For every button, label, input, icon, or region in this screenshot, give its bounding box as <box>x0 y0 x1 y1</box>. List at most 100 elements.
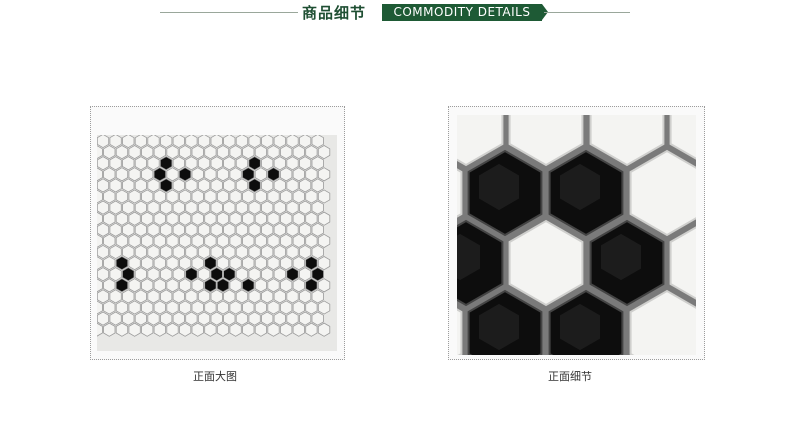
white-hex-tile <box>311 311 324 326</box>
white-hex-tile <box>115 322 129 337</box>
white-hex-tile <box>248 289 261 304</box>
white-hex-tile <box>160 267 173 282</box>
white-hex-tile <box>153 322 166 337</box>
white-hex-tile <box>197 267 211 282</box>
white-hex-tile <box>109 222 122 237</box>
white-hex-tile <box>128 322 141 337</box>
white-hex-tile <box>254 278 268 293</box>
white-hex-tile <box>134 200 147 215</box>
white-hex-tile <box>141 322 154 337</box>
white-hex-tile <box>97 211 103 226</box>
white-hex-tile <box>141 300 154 315</box>
white-hex-tile <box>235 267 249 282</box>
black-hex-tile <box>223 267 236 282</box>
white-hex-tile <box>115 300 129 315</box>
white-hex-tile <box>254 145 268 160</box>
white-hex-tile <box>204 322 217 337</box>
white-hex-tile <box>153 300 166 315</box>
white-hex-tile <box>267 211 280 226</box>
white-hex-tile <box>273 311 287 326</box>
white-hex-tile <box>298 135 312 149</box>
white-hex-tile <box>235 222 249 237</box>
white-hex-tile <box>134 289 147 304</box>
white-hex-tile <box>248 244 261 260</box>
white-hex-tile <box>97 267 110 282</box>
white-hex-tile <box>286 244 299 260</box>
white-hex-tile <box>179 233 192 248</box>
white-hex-tile <box>97 244 110 260</box>
white-hex-tile <box>273 135 287 149</box>
white-hex-tile <box>166 189 179 204</box>
white-hex-tile <box>160 289 173 304</box>
white-hex-tile <box>141 256 154 271</box>
white-hex-tile <box>115 189 129 204</box>
white-hex-tile <box>172 267 185 282</box>
white-hex-tile <box>109 311 122 326</box>
white-hex-tile <box>166 300 179 315</box>
white-hex-tile <box>254 167 268 182</box>
white-hex-tile <box>261 267 274 282</box>
white-hex-tile <box>191 322 204 337</box>
white-hex-tile <box>153 189 166 204</box>
header-title-en-banner: COMMODITY DETAILS <box>382 4 548 21</box>
white-hex-tile <box>229 256 242 271</box>
white-hex-tile <box>216 322 230 337</box>
white-hex-tile <box>261 244 274 260</box>
black-hex-tile <box>248 156 261 171</box>
white-hex-tile <box>109 289 122 304</box>
white-hex-tile <box>109 178 122 193</box>
white-hex-tile <box>122 135 135 149</box>
white-hex-tile <box>141 278 154 293</box>
white-hex-tile <box>279 322 293 337</box>
white-hex-tile <box>210 311 223 326</box>
white-hex-tile <box>292 145 305 160</box>
white-hex-tile <box>216 211 230 226</box>
white-hex-tile <box>197 311 211 326</box>
white-hex-tile <box>261 200 274 215</box>
white-hex-tile <box>317 145 331 160</box>
white-hex-tile <box>185 156 198 171</box>
white-hex-tile <box>97 278 103 293</box>
white-hex-tile <box>229 189 242 204</box>
white-hex-tile <box>261 135 274 149</box>
white-hex-tile <box>185 222 198 237</box>
white-hex-tile <box>172 156 185 171</box>
white-hex-tile <box>267 189 280 204</box>
white-hex-tile <box>273 289 287 304</box>
white-hex-tile <box>160 200 173 215</box>
white-hex-tile <box>267 322 280 337</box>
white-hex-tile <box>91 268 96 281</box>
white-hex-tile <box>292 300 305 315</box>
white-hex-tile <box>185 311 198 326</box>
white-hex-tile <box>134 135 147 149</box>
black-hex-tile <box>267 167 280 182</box>
white-hex-tile <box>122 311 135 326</box>
white-hex-tile <box>115 167 129 182</box>
white-hex-tile <box>286 178 299 193</box>
white-hex-tile <box>197 222 211 237</box>
white-hex-tile <box>248 222 261 237</box>
white-hex-tile <box>273 222 287 237</box>
white-hex-tile <box>267 278 280 293</box>
header-title-cn: 商品细节 <box>302 4 367 22</box>
white-hex-tile <box>134 178 147 193</box>
white-hex-tile <box>267 256 280 271</box>
white-hex-tile <box>216 145 230 160</box>
white-hex-tile <box>286 135 299 149</box>
front-detail-image <box>448 106 705 360</box>
white-hex-tile <box>160 244 173 260</box>
white-hex-tile <box>109 135 122 149</box>
black-hex-tile <box>305 256 318 271</box>
white-hex-tile <box>292 167 305 182</box>
white-hex-tile <box>166 322 179 337</box>
white-hex-tile <box>298 244 312 260</box>
white-hex-tile <box>191 167 204 182</box>
white-hex-tile <box>166 278 179 293</box>
white-hex-tile <box>103 145 116 160</box>
white-hex-tile <box>229 278 242 293</box>
hex-mosaic-detail <box>457 115 696 355</box>
white-hex-tile <box>134 222 147 237</box>
white-hex-tile <box>115 145 129 160</box>
white-hex-tile <box>109 267 122 282</box>
white-hex-tile <box>97 145 103 159</box>
